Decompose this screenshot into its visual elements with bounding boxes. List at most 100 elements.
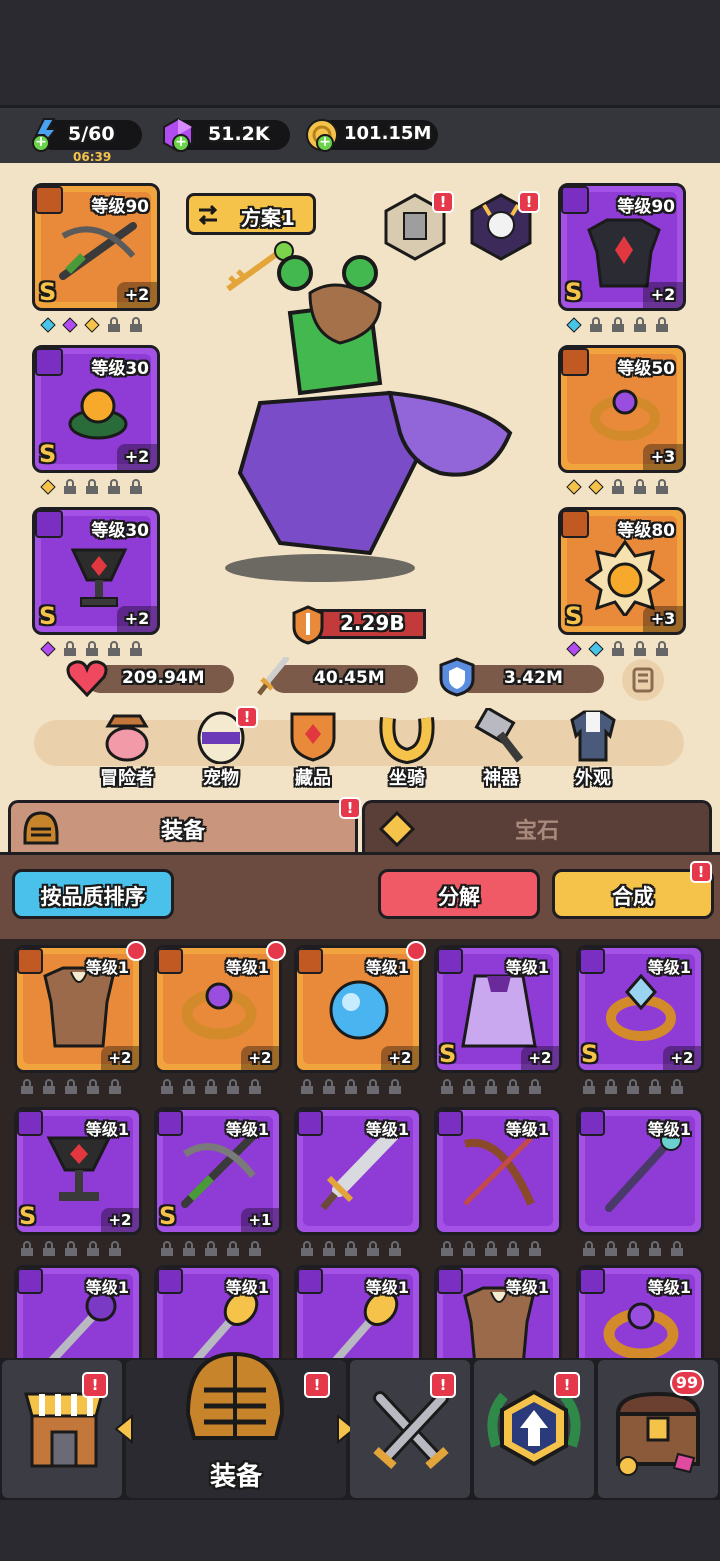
- nav-outfit[interactable]: 外观: [556, 708, 630, 789]
- attack-stat: 40.45M: [270, 665, 418, 693]
- inventory-item[interactable]: 等级1 S +2: [576, 945, 704, 1073]
- lock-icon: [21, 1079, 33, 1094]
- purple-ring-icon: [590, 389, 660, 441]
- ring-type-icon: [561, 348, 589, 376]
- inventory-item[interactable]: 等级1 S +1: [154, 1107, 282, 1235]
- lock-icon: [463, 1079, 475, 1094]
- bottom-tab-battle[interactable]: !: [350, 1360, 470, 1498]
- alert-badge: !: [690, 861, 712, 883]
- lock-icon: [161, 1241, 173, 1256]
- sort-by-quality-button[interactable]: 按品质排序: [12, 869, 174, 919]
- lock-icon: [43, 1079, 55, 1094]
- tab-gems[interactable]: 宝石: [362, 800, 712, 852]
- nav-mount[interactable]: 坐骑: [370, 708, 444, 789]
- helmet-icon: [185, 1351, 285, 1440]
- bottom-active-label: 装备: [209, 1462, 262, 1492]
- equip-slot-amulet[interactable]: 等级30 S +2: [32, 507, 160, 635]
- item-level: 等级1: [85, 958, 129, 977]
- sort-label: 按品质排序: [40, 885, 146, 909]
- blue-gem-icon: [40, 317, 56, 333]
- alert-badge: !: [430, 1372, 456, 1398]
- nav-collection[interactable]: 藏品: [276, 708, 350, 789]
- equip-slot-medal[interactable]: 等级80 S +3: [558, 507, 686, 635]
- slot-grade: S: [565, 602, 583, 630]
- alert-badge: !: [339, 797, 361, 819]
- inventory-item[interactable]: 等级1 S +2: [14, 1107, 142, 1235]
- lock-icon: [301, 1079, 313, 1094]
- inventory-item[interactable]: 等级1 +2: [154, 945, 282, 1073]
- purple-gem-icon: [62, 317, 78, 333]
- inventory-item[interactable]: 等级1: [294, 1107, 422, 1235]
- inventory-item[interactable]: 等级1: [434, 1107, 562, 1235]
- bottom-tab-equipment[interactable]: ! 装备: [114, 1351, 356, 1498]
- gold-counter[interactable]: + 101.15M: [306, 119, 438, 152]
- item-plus: +2: [101, 1046, 139, 1070]
- equip-slot-weapon[interactable]: 等级90 S +2: [32, 183, 160, 311]
- slot-level: 等级80: [617, 521, 675, 541]
- lock-icon: [108, 317, 120, 332]
- item-socket-row: [440, 1241, 542, 1259]
- bottom-tab-shop[interactable]: !: [2, 1360, 122, 1498]
- lock-icon: [183, 1241, 195, 1256]
- item-level: 等级1: [505, 958, 549, 977]
- energy-timer: 06:39: [73, 150, 112, 164]
- energy-counter[interactable]: + 5/60: [32, 118, 142, 152]
- inventory-item[interactable]: 等级1 S +2: [434, 945, 562, 1073]
- nav-pet[interactable]: ! 宠物: [184, 706, 258, 789]
- purple-gem-icon: [566, 641, 582, 657]
- inventory-item[interactable]: 等级1: [576, 1107, 704, 1235]
- plan-switch-button[interactable]: 方案1: [186, 193, 316, 235]
- lock-icon: [183, 1079, 195, 1094]
- alert-badge: !: [82, 1372, 108, 1398]
- lock-icon: [485, 1241, 497, 1256]
- nav-artifact[interactable]: 神器: [464, 708, 538, 789]
- inventory-item[interactable]: 等级1 +2: [14, 945, 142, 1073]
- add-gold-icon[interactable]: +: [316, 134, 334, 152]
- lock-icon: [627, 1079, 639, 1094]
- item-level: 等级1: [505, 1120, 549, 1139]
- item-socket-row: [440, 1079, 542, 1097]
- hp-value: 209.94M: [122, 668, 205, 688]
- horseshoe-icon: [379, 717, 435, 764]
- lock-icon: [108, 479, 120, 494]
- lock-icon: [87, 1241, 99, 1256]
- bottom-tab-upgrade[interactable]: !: [474, 1360, 594, 1498]
- upgrade-badge: [126, 941, 146, 961]
- equip-slot-ring-right[interactable]: 等级50 +3: [558, 345, 686, 473]
- bottom-tab-chest[interactable]: 99: [598, 1360, 718, 1498]
- slot-grade: S: [39, 602, 57, 630]
- sword-shield-icon: [292, 605, 324, 645]
- lock-icon: [109, 1079, 121, 1094]
- item-socket-row: [582, 1079, 684, 1097]
- equip-slot-armor[interactable]: 等级90 S +2: [558, 183, 686, 311]
- gem-sockets: [40, 639, 144, 659]
- lock-icon: [441, 1241, 453, 1256]
- nav-label: 冒险者: [100, 768, 154, 789]
- item-socket-row: [582, 1241, 684, 1259]
- swap-icon: [198, 204, 218, 226]
- inventory-actions: 按品质排序 分解 合成 !: [0, 855, 720, 939]
- lock-icon: [627, 1241, 639, 1256]
- upgrade-badge: [406, 941, 426, 961]
- fire-ring-icon: [68, 388, 128, 440]
- slot-plus: +2: [117, 606, 157, 632]
- upgrade-badge: [266, 941, 286, 961]
- stats-detail-button[interactable]: [622, 659, 664, 701]
- nav-adventurer[interactable]: 冒险者: [90, 708, 164, 789]
- slot-plus: +2: [117, 444, 157, 470]
- item-level: 等级1: [225, 1278, 269, 1297]
- add-gems-icon[interactable]: +: [172, 134, 190, 152]
- slot-plus: +2: [643, 282, 683, 308]
- inventory-item[interactable]: 等级1 +2: [294, 945, 422, 1073]
- gem-sockets: [566, 639, 670, 659]
- item-plus: +2: [521, 1046, 559, 1070]
- item-grade: S: [439, 1040, 457, 1068]
- item-grade: S: [159, 1202, 177, 1230]
- yellow-gem-icon: [84, 317, 100, 333]
- lock-icon: [301, 1241, 313, 1256]
- gem-counter[interactable]: + 51.2K: [163, 117, 290, 153]
- equip-slot-ring-left[interactable]: 等级30 S +2: [32, 345, 160, 473]
- tab-equipment[interactable]: 装备 !: [8, 797, 361, 852]
- add-energy-icon[interactable]: +: [32, 134, 50, 152]
- dismantle-button[interactable]: 分解: [378, 869, 540, 919]
